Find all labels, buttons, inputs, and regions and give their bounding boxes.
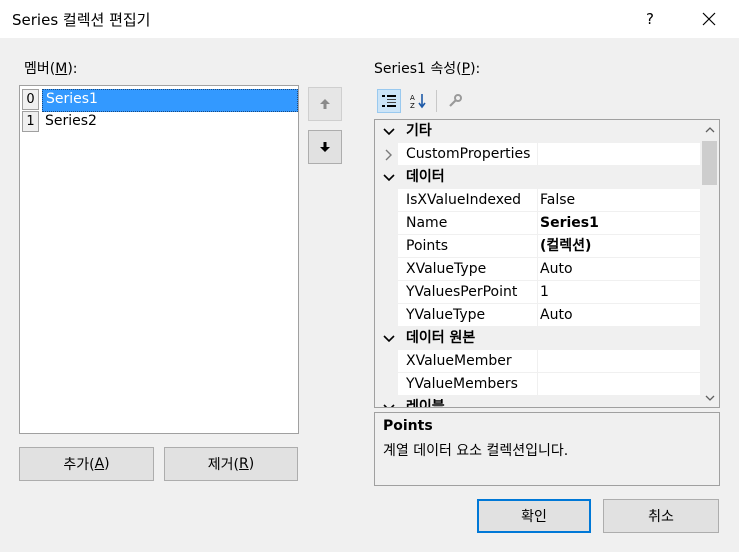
alphabetical-button[interactable]: A Z <box>407 89 431 113</box>
category-row[interactable]: 데이터 원본 <box>375 327 700 350</box>
toolbar-separator <box>436 90 437 112</box>
property-value[interactable]: Auto <box>540 304 698 327</box>
item-index: 0 <box>22 89 39 110</box>
property-value[interactable] <box>540 350 698 373</box>
property-value[interactable]: Auto <box>540 258 698 281</box>
categorized-button[interactable] <box>377 89 401 113</box>
close-button[interactable] <box>694 4 724 34</box>
property-name: YValueMembers <box>406 376 518 392</box>
svg-text:Z: Z <box>410 102 415 109</box>
remove-button[interactable]: 제거(R) <box>164 447 298 481</box>
property-value[interactable] <box>540 143 698 166</box>
property-name: YValueType <box>406 307 486 323</box>
collapse-icon[interactable] <box>381 166 397 189</box>
categorized-icon <box>382 95 396 107</box>
property-name: CustomProperties <box>406 146 531 162</box>
properties-label: Series1 속성(P): <box>374 61 481 77</box>
property-name: IsXValueIndexed <box>406 192 522 208</box>
property-value[interactable]: 1 <box>540 281 698 304</box>
title-bar: Series 컬렉션 편집기 ? <box>0 0 739 38</box>
property-value[interactable]: Series1 <box>540 212 698 235</box>
description-text: 계열 데이터 요소 컬렉션입니다. <box>383 443 569 459</box>
property-grid[interactable]: 기타 CustomProperties 데이터 IsXValueIndexed … <box>374 119 720 408</box>
category-row[interactable]: 데이터 <box>375 166 700 189</box>
item-index: 1 <box>22 111 39 132</box>
collapse-icon[interactable] <box>381 396 397 407</box>
window-title: Series 컬렉션 편집기 <box>12 11 151 29</box>
item-name[interactable]: Series2 <box>42 111 298 132</box>
category-name: 데이터 <box>406 169 445 185</box>
close-icon <box>702 12 716 26</box>
property-name: XValueType <box>406 261 487 277</box>
category-row[interactable]: 레이블 <box>375 396 700 407</box>
scroll-down-icon[interactable] <box>700 388 719 407</box>
property-name: XValueMember <box>406 353 512 369</box>
arrow-down-icon <box>320 142 330 152</box>
property-row[interactable]: XValueMember <box>375 350 700 373</box>
property-row[interactable]: XValueType Auto <box>375 258 700 281</box>
category-row[interactable]: 기타 <box>375 120 700 143</box>
move-up-button[interactable] <box>308 87 342 121</box>
category-name: 기타 <box>406 123 432 139</box>
members-label: 멤버(M): <box>24 61 78 77</box>
property-pages-button[interactable] <box>443 89 467 113</box>
expand-icon[interactable] <box>381 143 397 166</box>
property-row[interactable]: Name Series1 <box>375 212 700 235</box>
property-value[interactable]: (컬렉션) <box>540 235 698 258</box>
list-item[interactable]: 0 Series1 <box>22 89 298 112</box>
cancel-button[interactable]: 취소 <box>603 499 719 533</box>
help-button[interactable]: ? <box>636 4 664 34</box>
property-pages-icon <box>449 94 462 107</box>
category-name: 레이블 <box>406 399 445 407</box>
scroll-up-icon[interactable] <box>700 120 719 139</box>
category-name: 데이터 원본 <box>406 330 476 346</box>
property-name: Name <box>406 215 448 231</box>
grid-scrollbar[interactable] <box>700 120 719 407</box>
add-button[interactable]: 추가(A) <box>19 447 154 481</box>
property-row[interactable]: YValuesPerPoint 1 <box>375 281 700 304</box>
collapse-icon[interactable] <box>381 327 397 350</box>
property-row[interactable]: YValueMembers <box>375 373 700 396</box>
ok-button[interactable]: 확인 <box>477 499 591 533</box>
move-down-button[interactable] <box>308 130 342 164</box>
members-list[interactable]: 0 Series1 1 Series2 <box>19 85 299 434</box>
collapse-icon[interactable] <box>381 120 397 143</box>
svg-text:A: A <box>410 94 415 102</box>
property-row[interactable]: IsXValueIndexed False <box>375 189 700 212</box>
property-name: Points <box>406 238 449 254</box>
item-name[interactable]: Series1 <box>42 89 298 112</box>
property-name: YValuesPerPoint <box>406 284 518 300</box>
property-row[interactable]: Points (컬렉션) <box>375 235 700 258</box>
property-value[interactable]: False <box>540 189 698 212</box>
list-item[interactable]: 1 Series2 <box>22 111 298 132</box>
scroll-thumb[interactable] <box>702 141 717 185</box>
alphabetical-icon: A Z <box>410 94 426 109</box>
property-value[interactable] <box>540 373 698 396</box>
property-row[interactable]: YValueType Auto <box>375 304 700 327</box>
arrow-up-icon <box>320 99 330 109</box>
property-row[interactable]: CustomProperties <box>375 143 700 166</box>
description-title: Points <box>383 418 433 434</box>
description-pane: Points 계열 데이터 요소 컬렉션입니다. <box>374 412 720 486</box>
